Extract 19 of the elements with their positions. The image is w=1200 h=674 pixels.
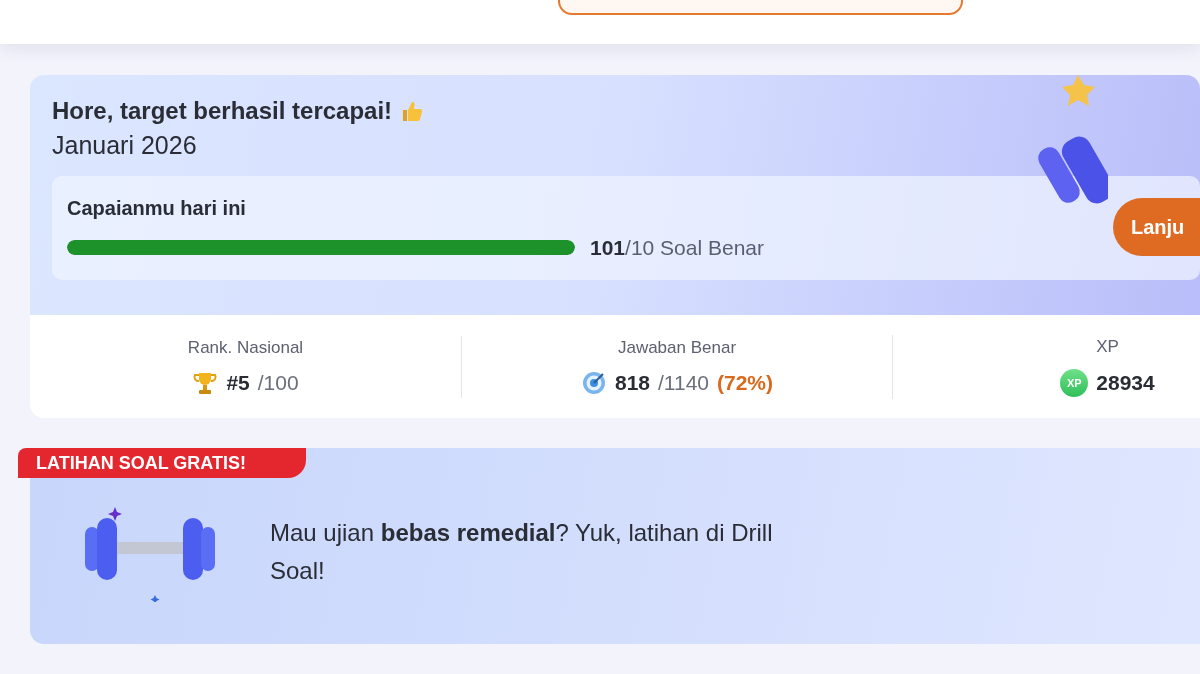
stat-percent: (72%) (717, 370, 774, 395)
stat-total: /100 (257, 370, 299, 395)
card-title: Hore, target berhasil tercapai! (52, 97, 393, 125)
progress-label: Capaianmu hari ini (67, 196, 247, 220)
stat-total: /1140 (658, 370, 709, 395)
continue-button[interactable]: Lanju (1113, 198, 1200, 256)
stat-label: XP (1096, 336, 1119, 357)
stat-value: 28934 (1096, 370, 1155, 395)
thumbs-up-icon (400, 99, 425, 123)
stat-value: 818 (614, 370, 650, 395)
xp-badge: XP (1060, 368, 1089, 397)
promo-text: Mau ujian bebas remedial? Yuk, latihan di Drill Soal! (270, 518, 774, 586)
stat-label: Jawaban Benar (617, 337, 737, 358)
promo-tag: LATIHAN SOAL GRATIS! (18, 448, 306, 478)
target-icon (580, 369, 607, 396)
progress-count: 101/10 Soal Benar (590, 235, 764, 260)
stat-label: Rank. Nasional (187, 337, 304, 358)
stat-value: #5 (226, 370, 250, 395)
period-text: Januari 2026 (52, 131, 198, 160)
